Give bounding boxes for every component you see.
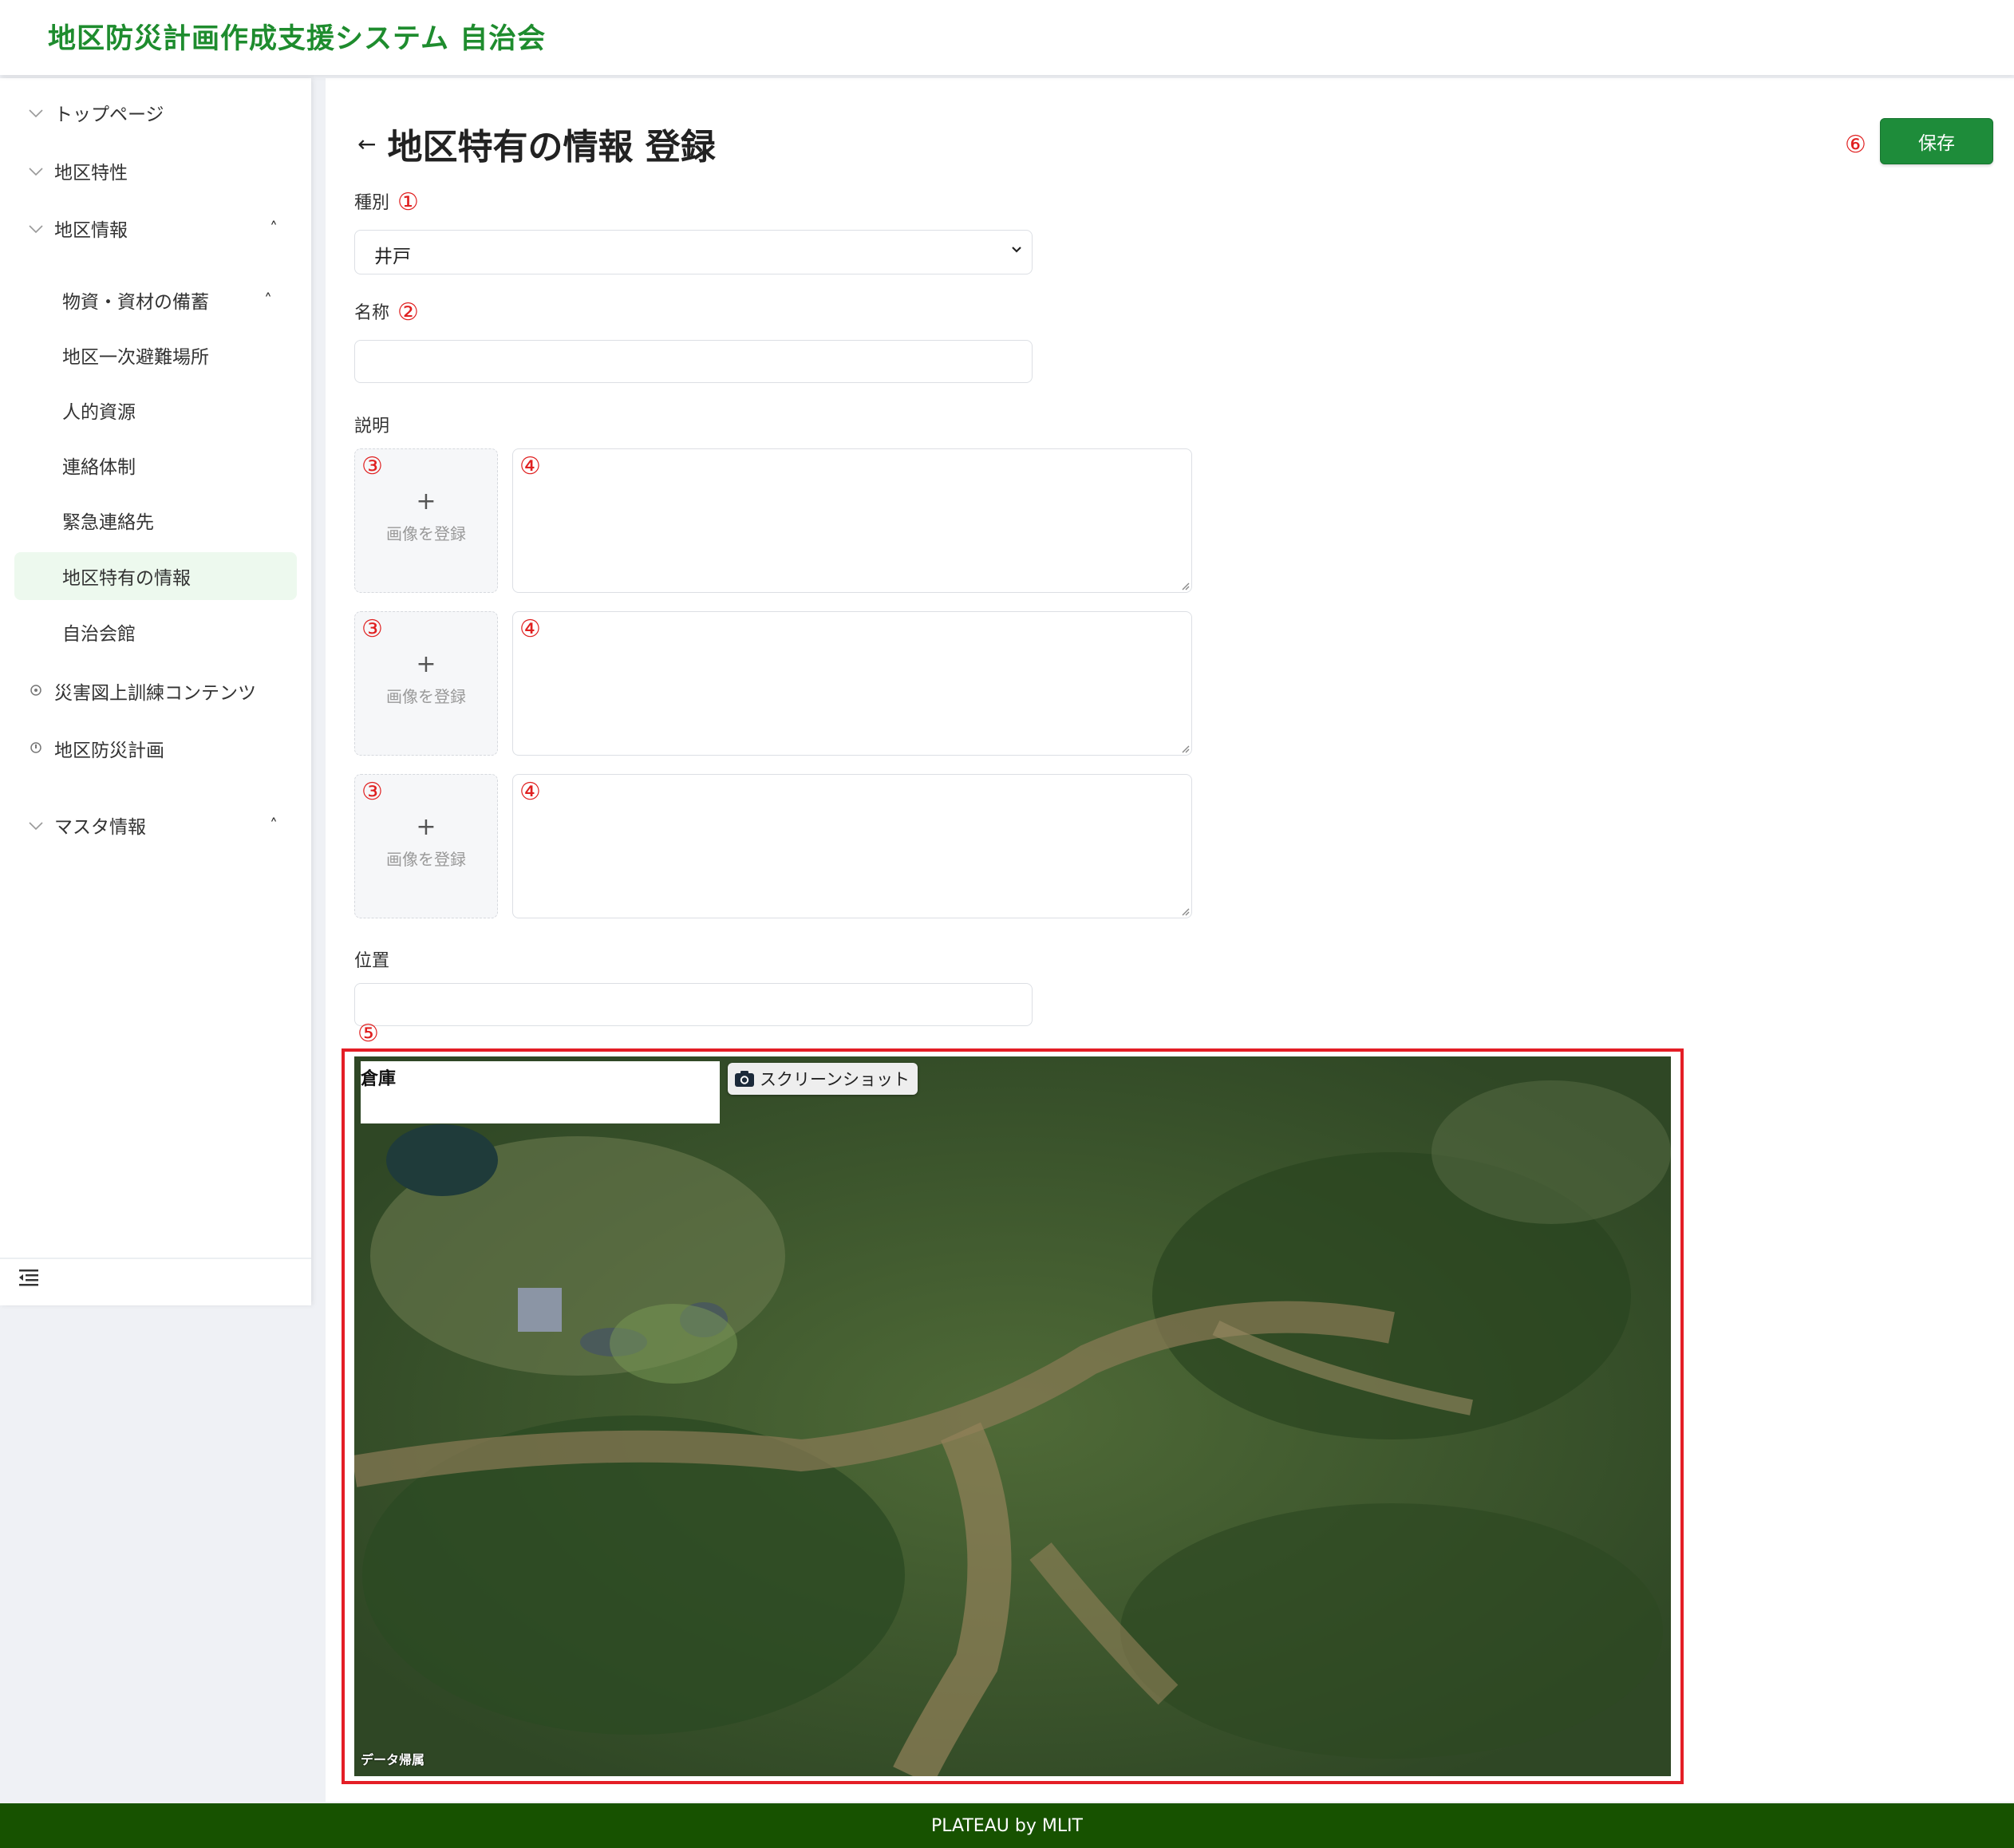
resize-grip-icon[interactable] [1179, 742, 1190, 753]
chevron-down-icon [27, 815, 45, 835]
resize-grip-icon[interactable] [1179, 905, 1190, 916]
page-title-row: ← 地区特有の情報 登録 [357, 118, 716, 169]
sidebar-item-label: 地区情報 [54, 220, 128, 241]
map-attribution-link[interactable]: データ帰属 [361, 1749, 425, 1768]
app-header: 地区防災計画作成支援システム 自治会 [0, 0, 2014, 75]
marker-description: ④ [519, 615, 541, 643]
sidebar-item-master-info[interactable]: マスタ情報 ˄ [0, 803, 311, 847]
marker-type: ① [397, 188, 419, 216]
main-content: ← 地区特有の情報 登録 ⑥ 保存 種別 ① 井戸 名称 ② 説明 ③ + 画像を登… [326, 78, 2014, 1802]
plus-icon: + [416, 488, 436, 515]
sidebar-item-district-disaster-plan[interactable]: 地区防災計画 [0, 726, 311, 771]
screenshot-button[interactable]: スクリーンショット [728, 1063, 918, 1095]
footer: PLATEAU by MLIT [0, 1803, 2014, 1848]
page-title: 地区特有の情報 登録 [387, 127, 716, 168]
chevron-down-icon [27, 103, 45, 122]
sidebar-item-label: 地区特性 [54, 163, 128, 184]
marker-description: ④ [519, 778, 541, 806]
sidebar-item-top-page[interactable]: トップページ [0, 90, 311, 135]
sidebar-subitem-label: 人的資源 [62, 402, 136, 423]
sidebar-item-district-characteristics[interactable]: 地区特性 [0, 148, 311, 193]
plus-icon: + [416, 813, 436, 841]
sidebar-subitem-label: 地区一次避難場所 [62, 347, 209, 368]
sidebar-subitem-supplies[interactable]: 物資・資材の備蓄 ˄ [14, 276, 297, 324]
image-upload-button[interactable]: ③ + 画像を登録 [354, 611, 498, 756]
image-upload-button[interactable]: ③ + 画像を登録 [354, 774, 498, 918]
footer-text: PLATEAU by MLIT [931, 1815, 1083, 1836]
marker-save: ⑥ [1845, 131, 1866, 159]
chevron-down-icon [27, 161, 45, 180]
back-arrow-icon[interactable]: ← [357, 131, 376, 157]
description-textarea[interactable]: ④ [512, 448, 1192, 593]
chevron-up-icon: ˄ [270, 219, 278, 238]
circle-icon [27, 739, 45, 758]
marker-name: ② [397, 298, 419, 326]
chevron-down-icon [27, 219, 45, 238]
chevron-up-icon: ˄ [270, 815, 278, 835]
description-label: 説明 [354, 417, 390, 436]
image-upload-button[interactable]: ③ + 画像を登録 [354, 448, 498, 593]
image-upload-label: 画像を登録 [386, 524, 466, 543]
marker-image: ③ [361, 778, 383, 806]
map-highlight-frame: 倉庫 スクリーンショット データ帰属 [342, 1048, 1684, 1784]
name-label-text: 名称 [354, 303, 390, 323]
resize-grip-icon[interactable] [1179, 579, 1190, 590]
marker-image: ③ [361, 452, 383, 480]
sidebar-item-district-info[interactable]: 地区情報 ˄ [0, 206, 311, 251]
circle-icon [27, 681, 45, 701]
marker-map: ⑤ [357, 1020, 379, 1048]
description-textarea[interactable]: ④ [512, 774, 1192, 918]
sidebar-subitem-district-specific-info[interactable]: 地区特有の情報 [14, 552, 297, 600]
name-label: 名称 ② [354, 298, 419, 326]
sidebar-subitem-contact-system[interactable]: 連絡体制 [14, 441, 297, 489]
map-feature-title: 倉庫 [361, 1069, 397, 1089]
plus-icon: + [416, 650, 436, 678]
save-button[interactable]: 保存 [1880, 118, 1993, 164]
chevron-down-icon [1011, 242, 1022, 257]
marker-description: ④ [519, 452, 541, 480]
chevron-up-icon: ˄ [264, 290, 272, 310]
description-textarea[interactable]: ④ [512, 611, 1192, 756]
sidebar-subitem-label: 物資・資材の備蓄 [62, 292, 209, 313]
location-label: 位置 [354, 951, 390, 971]
type-label-text: 種別 [354, 193, 390, 213]
satellite-terrain-image [354, 1056, 1671, 1776]
sidebar-subitem-label: 自治会館 [62, 624, 136, 645]
screenshot-label: スクリーンショット [760, 1070, 910, 1089]
image-upload-label: 画像を登録 [386, 687, 466, 706]
name-input[interactable] [354, 340, 1033, 383]
menu-collapse-icon[interactable] [18, 1267, 45, 1296]
marker-image: ③ [361, 615, 383, 643]
camera-icon [735, 1071, 754, 1087]
sidebar-item-label: 地区防災計画 [54, 740, 164, 761]
sidebar-subitem-emergency-contacts[interactable]: 緊急連絡先 [14, 496, 297, 544]
sidebar-subitem-label: 連絡体制 [62, 457, 136, 478]
sidebar-subitem-community-hall[interactable]: 自治会館 [14, 608, 297, 656]
sidebar: トップページ 地区特性 地区情報 ˄ 物資・資材の備蓄 ˄ 地区一次避難場所 人… [0, 78, 311, 1305]
sidebar-subitem-label: 緊急連絡先 [62, 512, 154, 533]
sidebar-item-label: トップページ [54, 105, 164, 125]
sidebar-subitem-evacuation-site[interactable]: 地区一次避難場所 [14, 331, 297, 379]
sidebar-subitem-label: 地区特有の情報 [62, 568, 191, 589]
app-title: 地区防災計画作成支援システム 自治会 [48, 23, 547, 55]
image-upload-label: 画像を登録 [386, 850, 466, 869]
type-label: 種別 ① [354, 188, 419, 216]
map-view[interactable]: 倉庫 スクリーンショット データ帰属 [354, 1056, 1671, 1776]
location-input[interactable] [354, 983, 1033, 1026]
sidebar-item-label: マスタ情報 [54, 817, 146, 838]
sidebar-divider [0, 1258, 311, 1259]
type-select[interactable]: 井戸 [354, 230, 1033, 274]
sidebar-item-label: 災害図上訓練コンテンツ [54, 683, 256, 704]
type-select-value: 井戸 [374, 247, 411, 267]
sidebar-subitem-human-resources[interactable]: 人的資源 [14, 386, 297, 434]
map-feature-label: 倉庫 [361, 1061, 720, 1123]
sidebar-item-disaster-drill[interactable]: 災害図上訓練コンテンツ [0, 669, 311, 713]
